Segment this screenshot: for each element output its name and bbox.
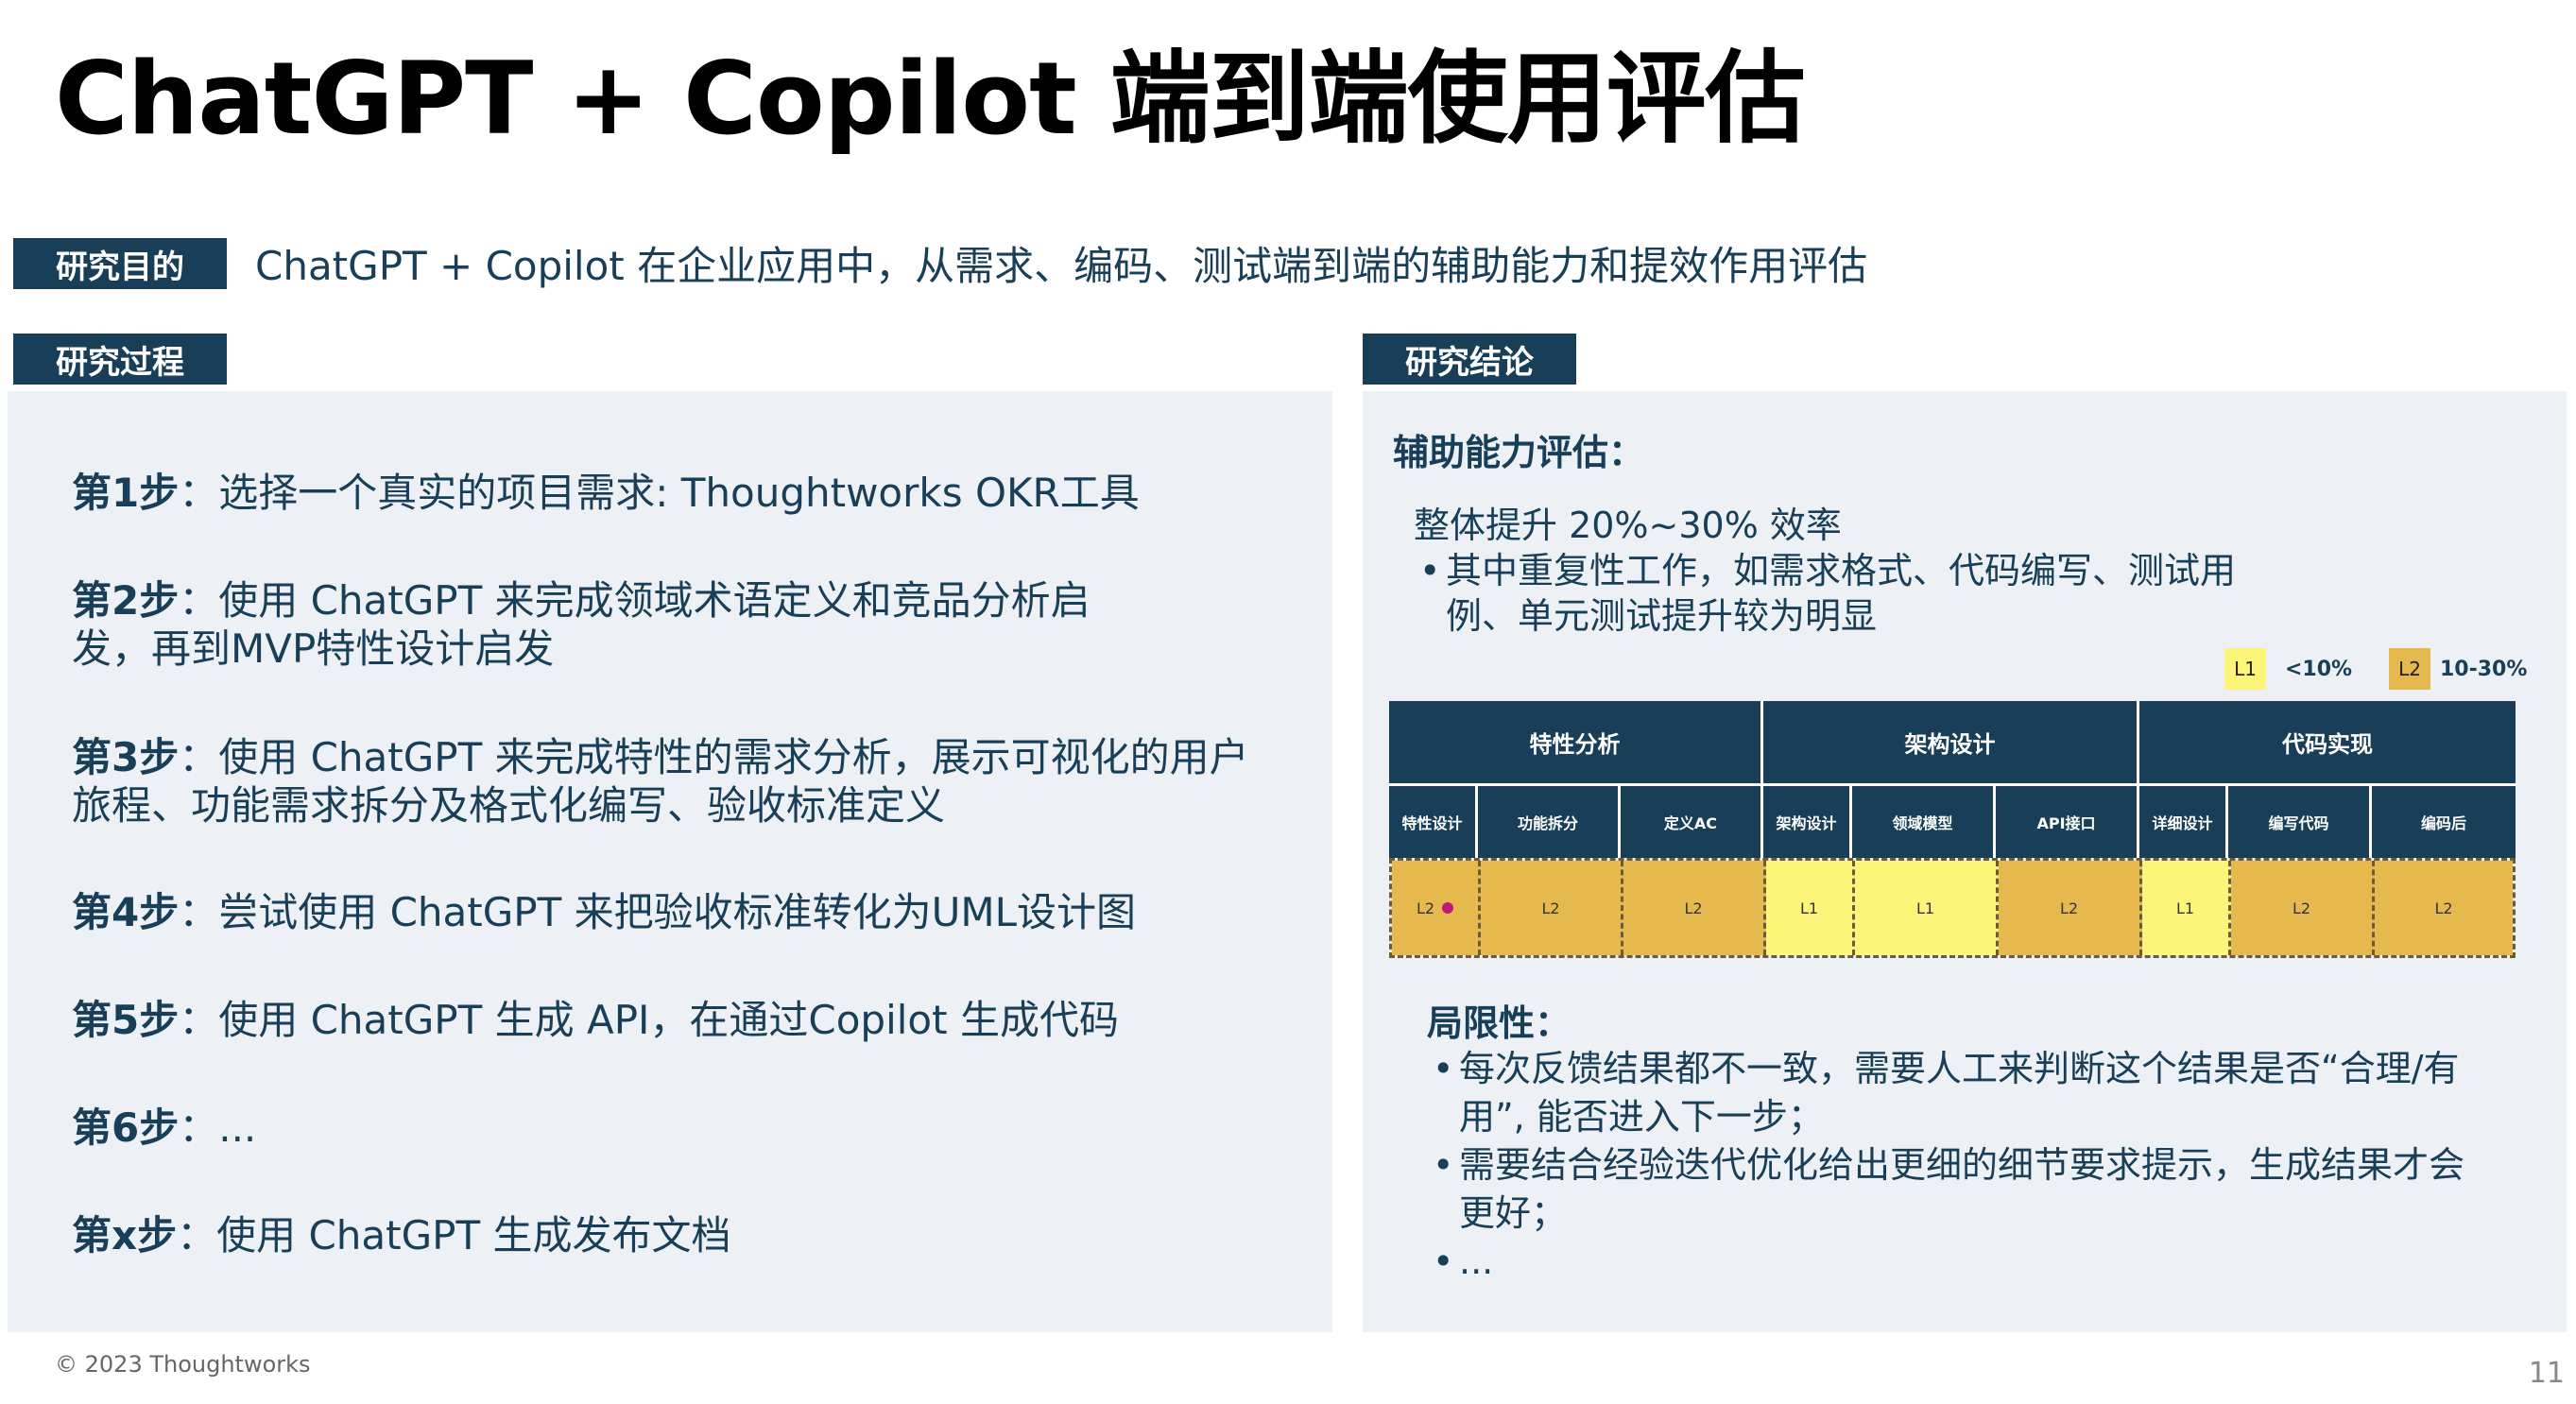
group-feature-analysis: 特性分析 bbox=[1389, 701, 1763, 786]
level-define-ac: L2 bbox=[1623, 861, 1766, 955]
legend-l2-range: 10-30% bbox=[2440, 657, 2528, 681]
legend-l2: L2 10-30% bbox=[2389, 648, 2527, 690]
limit-item: • 需要结合经验迭代优化给出更细的细节要求提示，生成结果才会更好； bbox=[1433, 1144, 2465, 1234]
step-5: 第5步：使用 ChatGPT 生成 API，在通过Copilot 生成代码 bbox=[72, 997, 1119, 1043]
sub-api: API接口 bbox=[1996, 786, 2139, 858]
level-detail-design: L1 bbox=[2142, 861, 2231, 955]
sub-feature-design: 特性设计 bbox=[1389, 786, 1478, 858]
step-3: 第3步：使用 ChatGPT 来完成特性的需求分析，展示可视化的用户旅程、功能需… bbox=[72, 734, 1249, 829]
sub-write-code: 编写代码 bbox=[2228, 786, 2372, 858]
limits-heading: 局限性： bbox=[1427, 1002, 1571, 1044]
level-post-coding: L2 bbox=[2375, 861, 2513, 955]
level-api: L2 bbox=[1999, 861, 2142, 955]
purpose-text: ChatGPT + Copilot 在企业应用中，从需求、编码、测试端到端的辅助… bbox=[255, 243, 1868, 289]
sub-function-split: 功能拆分 bbox=[1478, 786, 1621, 858]
step-2: 第2步：使用 ChatGPT 来完成领域术语定义和竞品分析启发，再到MVP特性设… bbox=[72, 577, 1091, 672]
slide-title: ChatGPT + Copilot 端到端使用评估 bbox=[55, 41, 1806, 157]
limit-item: •... bbox=[1433, 1241, 1494, 1282]
level-function-split: L2 bbox=[1481, 861, 1623, 955]
matrix-level-row: L2 L2 L2 L1 L1 L2 L1 L2 L2 bbox=[1389, 858, 2516, 958]
process-panel bbox=[8, 391, 1332, 1332]
assist-heading: 辅助能力评估： bbox=[1393, 432, 1645, 473]
conclusion-label: 研究结论 bbox=[1363, 334, 1576, 385]
level-feature-design: L2 bbox=[1392, 861, 1481, 955]
limit-item: • 每次反馈结果都不一致，需要人工来判断这个结果是否“合理/有用”, 能否进入下一… bbox=[1433, 1048, 2460, 1138]
level-domain-model: L1 bbox=[1855, 861, 1999, 955]
limits-list: • 每次反馈结果都不一致，需要人工来判断这个结果是否“合理/有用”, 能否进入下一… bbox=[1433, 1045, 2482, 1286]
process-label: 研究过程 bbox=[13, 334, 227, 385]
group-code-implementation: 代码实现 bbox=[2139, 701, 2516, 786]
highlight-dot-icon bbox=[1442, 902, 1454, 914]
step-x: 第x步：使用 ChatGPT 生成发布文档 bbox=[72, 1212, 731, 1258]
step-4: 第4步：尝试使用 ChatGPT 来把验收标准转化为UML设计图 bbox=[72, 889, 1136, 935]
legend-l2-swatch: L2 bbox=[2389, 648, 2430, 690]
overall-bullet: • 其中重复性工作，如需求格式、代码编写、测试用例、单元测试提升较为明显 bbox=[1419, 550, 2237, 637]
purpose-label: 研究目的 bbox=[13, 238, 227, 289]
overall-bullets: • 其中重复性工作，如需求格式、代码编写、测试用例、单元测试提升较为明显 bbox=[1419, 548, 2251, 639]
sub-detail-design: 详细设计 bbox=[2139, 786, 2228, 858]
page-number: 11 bbox=[2528, 1357, 2565, 1390]
overall-result: 整体提升 20%~30% 效率 bbox=[1414, 505, 1842, 546]
level-architecture: L1 bbox=[1766, 861, 1855, 955]
step-6: 第6步：... bbox=[72, 1104, 257, 1151]
legend-l1-swatch: L1 bbox=[2224, 648, 2266, 690]
sub-define-ac: 定义AC bbox=[1621, 786, 1763, 858]
matrix-group-row: 特性分析 架构设计 代码实现 bbox=[1389, 701, 2516, 786]
group-architecture-design: 架构设计 bbox=[1763, 701, 2139, 786]
capability-matrix: 特性分析 架构设计 代码实现 特性设计 功能拆分 定义AC 架构设计 领域模型 … bbox=[1389, 701, 2516, 958]
legend-l1: L1 <10% bbox=[2224, 648, 2352, 690]
sub-domain-model: 领域模型 bbox=[1852, 786, 1996, 858]
step-1: 第1步：选择一个真实的项目需求: Thoughtworks OKR工具 bbox=[72, 470, 1140, 516]
matrix-sub-row: 特性设计 功能拆分 定义AC 架构设计 领域模型 API接口 详细设计 编写代码… bbox=[1389, 786, 2516, 858]
level-write-code: L2 bbox=[2231, 861, 2375, 955]
sub-architecture: 架构设计 bbox=[1763, 786, 1852, 858]
sub-post-coding: 编码后 bbox=[2372, 786, 2516, 858]
legend-l1-range: <10% bbox=[2285, 657, 2353, 681]
copyright: © 2023 Thoughtworks bbox=[55, 1351, 311, 1378]
